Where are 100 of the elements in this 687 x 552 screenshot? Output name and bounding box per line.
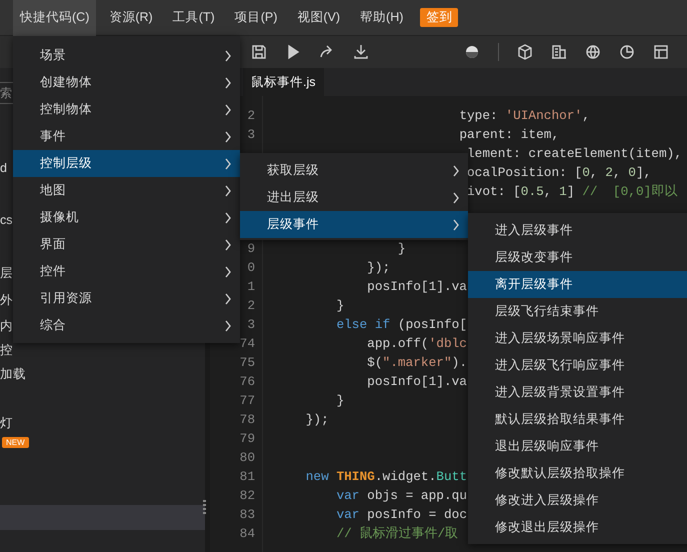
code-token: Butt: [436, 469, 468, 484]
menu-item[interactable]: 进入层级背景设置事件: [468, 379, 687, 406]
line-number: 83: [240, 507, 255, 522]
tree-item[interactable]: 灯: [0, 411, 205, 435]
menu-item[interactable]: 进出层级: [240, 184, 468, 211]
code-token: });: [306, 412, 329, 427]
code-token: var: [336, 488, 360, 503]
line-number: 0: [247, 260, 255, 275]
code-token: ]: [566, 184, 576, 199]
menu-item[interactable]: 层级飞行结束事件: [468, 298, 687, 325]
menu-bar-item[interactable]: 视图(V): [290, 0, 348, 36]
menu-item[interactable]: 默认层级拾取结果事件: [468, 406, 687, 433]
line-number: 75: [240, 355, 255, 370]
chevron-right-icon: [224, 158, 232, 170]
code-token: // 鼠标滑过事件/取: [336, 526, 458, 541]
menu-item[interactable]: 修改进入层级操作: [468, 487, 687, 514]
menu-bar-item[interactable]: 快捷代码(C): [13, 0, 96, 36]
line-number: 9: [247, 241, 255, 256]
code-token: 0: [628, 165, 636, 180]
globe-icon[interactable]: [585, 44, 601, 60]
menu-item[interactable]: 进入层级事件: [468, 217, 687, 244]
code-token: ".marker": [382, 355, 452, 370]
new-badge: NEW: [2, 437, 29, 448]
code-token: }: [398, 241, 406, 256]
code-token: posInfo[1].va: [367, 374, 467, 389]
code-token: posInfo[1].va: [367, 279, 467, 294]
menu-item[interactable]: 地图: [13, 177, 240, 204]
code-token: lement: createElement(item),: [467, 146, 682, 161]
chevron-right-icon: [224, 212, 232, 224]
file-tab[interactable]: 鼠标事件.js: [243, 68, 324, 96]
line-number: 3: [247, 317, 255, 332]
code-token: parent: item,: [459, 127, 560, 142]
menu-item[interactable]: 进入层级场景响应事件: [468, 325, 687, 352]
chevron-right-icon: [224, 292, 232, 304]
code-token: // [0,0]即以: [582, 184, 678, 199]
download-icon[interactable]: [353, 44, 369, 60]
menu-item[interactable]: 事件: [13, 123, 240, 150]
resize-handle[interactable]: [203, 500, 206, 514]
code-token: type:: [459, 108, 499, 123]
menu-item[interactable]: 获取层级: [240, 157, 468, 184]
menu-bar-item[interactable]: 工具(T): [166, 0, 222, 36]
code-token: ,: [544, 184, 552, 199]
code-token: 'UIAnchor': [505, 108, 582, 123]
menu-item[interactable]: 控制层级: [13, 150, 240, 177]
line-number: 2: [247, 108, 255, 123]
line-number: 81: [240, 469, 255, 484]
line-number: 1: [247, 279, 255, 294]
layout-icon[interactable]: [653, 44, 669, 60]
menu-bar-item[interactable]: 帮助(H): [353, 0, 410, 36]
line-number: 82: [240, 488, 255, 503]
code-token: (posInfo[: [398, 317, 468, 332]
chevron-right-icon: [452, 164, 460, 176]
code-token: .widget.: [374, 469, 436, 484]
tree-item[interactable]: 加载: [0, 362, 205, 386]
chevron-right-icon: [224, 76, 232, 88]
code-token: 0: [582, 165, 590, 180]
menu-bar-item[interactable]: 资源(R): [102, 0, 160, 36]
code-token: }: [336, 393, 344, 408]
code-token: }: [336, 298, 344, 313]
chevron-right-icon: [452, 218, 460, 230]
code-token: objs = app.qu: [367, 488, 468, 503]
menu-item[interactable]: 摄像机: [13, 204, 240, 231]
menu-item[interactable]: 修改退出层级操作: [468, 514, 687, 541]
menu-item[interactable]: 离开层级事件: [468, 271, 687, 298]
code-token: var: [336, 507, 360, 522]
line-number: 76: [240, 374, 255, 389]
code-token: ivot: [: [467, 184, 521, 199]
menu-item[interactable]: 进入层级飞行响应事件: [468, 352, 687, 379]
code-token: new: [306, 469, 329, 484]
menu-item[interactable]: 创建物体: [13, 69, 240, 96]
menu-item[interactable]: 退出层级响应事件: [468, 433, 687, 460]
chevron-right-icon: [224, 238, 232, 250]
code-token: ,: [612, 165, 622, 180]
code-token: 2: [605, 165, 613, 180]
menu-bar-item[interactable]: 项目(P): [228, 0, 284, 36]
cube-icon[interactable]: [517, 44, 533, 60]
code-token: 1: [559, 184, 567, 199]
pie-chart-icon[interactable]: [619, 44, 635, 60]
line-number: 78: [240, 412, 255, 427]
menu-item[interactable]: 引用资源: [13, 285, 240, 312]
menu-item[interactable]: 修改默认层级拾取操作: [468, 460, 687, 487]
menu-item[interactable]: 控制物体: [13, 96, 240, 123]
chevron-right-icon: [224, 320, 232, 332]
line-number: 2: [247, 298, 255, 313]
code-token: ,: [582, 108, 590, 123]
code-token: posInfo = doc: [367, 507, 468, 522]
line-number: 79: [240, 431, 255, 446]
save-icon[interactable]: [251, 44, 267, 60]
menu-item[interactable]: 综合: [13, 312, 240, 339]
code-token: $(: [367, 355, 383, 370]
menu-item[interactable]: 层级事件: [240, 211, 468, 238]
chevron-right-icon: [224, 266, 232, 278]
menu-item[interactable]: 界面: [13, 231, 240, 258]
menu-item[interactable]: 层级改变事件: [468, 244, 687, 271]
line-number: 77: [240, 393, 255, 408]
menu-item[interactable]: 控件: [13, 258, 240, 285]
code-token: 'dblc: [428, 336, 467, 351]
building-icon[interactable]: [551, 44, 567, 60]
half-circle-icon[interactable]: [464, 44, 480, 60]
code-token: ],: [636, 165, 652, 180]
